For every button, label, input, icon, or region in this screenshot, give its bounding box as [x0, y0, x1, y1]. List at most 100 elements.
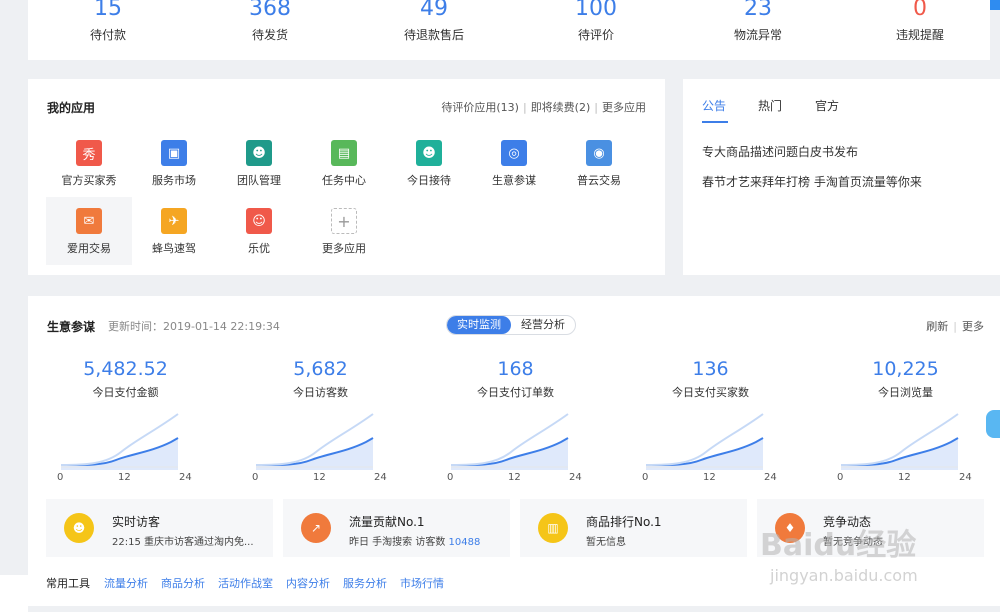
order-stats-card: 15 待付款 368 待发货 49 待退款售后 100 待评价 23 物流异常 0 违规提醒 — [28, 0, 990, 60]
axis-tick: 12 — [703, 472, 716, 483]
app-name: 生意参谋 — [492, 174, 536, 187]
apps-links: 待评价应用(13) | 即将续费(2) | 更多应用 — [441, 101, 646, 114]
news-item[interactable]: 春节才艺来拜年打榜 手淘首页流量等你来 — [702, 173, 922, 190]
stat-number: 0 — [913, 0, 927, 21]
news-item[interactable]: 专大商品描述问题白皮书发布 — [702, 143, 858, 160]
app-icon: ▤ — [331, 140, 357, 166]
stat-label: 待评价 — [577, 28, 614, 42]
announcement-card: 公告 热门 官方 专大商品描述问题白皮书发布 春节才艺来拜年打榜 手淘首页流量等… — [683, 79, 1000, 275]
metric-value: 136 — [692, 358, 729, 380]
stat-pending-payment[interactable]: 15 待付款 — [38, 0, 178, 43]
app-name: 官方买家秀 — [61, 174, 117, 187]
summary-card[interactable]: ↗ 流量贡献No.1 昨日 手淘搜索 访客数 10488 — [283, 499, 510, 557]
summary-desc: 昨日 手淘搜索 访客数 10488 — [349, 537, 481, 548]
metric-value: 10,225 — [872, 358, 939, 380]
app-icon: ✈ — [161, 208, 187, 234]
app-name: 今日接待 — [407, 174, 451, 187]
summary-card[interactable]: ▥ 商品排行No.1 暂无信息 — [520, 499, 747, 557]
axis-tick: 0 — [447, 472, 454, 483]
renewal-link[interactable]: 即将续费(2) — [531, 101, 591, 114]
app-item[interactable]: 秀官方买家秀 — [46, 129, 132, 197]
axis-tick: 12 — [118, 472, 131, 483]
app-item[interactable]: ◎ 生意参谋 — [471, 129, 557, 197]
metric-block[interactable]: 10,225 今日浏览量 — [808, 358, 1000, 400]
tool-link[interactable]: 市场行情 — [400, 577, 444, 590]
stat-pending-review[interactable]: 100 待评价 — [526, 0, 666, 43]
tab-official[interactable]: 官方 — [815, 97, 839, 114]
tool-link[interactable]: 内容分析 — [286, 577, 330, 590]
stat-refund[interactable]: 49 待退款售后 — [364, 0, 504, 43]
tab-analysis[interactable]: 经营分析 — [511, 316, 575, 334]
app-item[interactable]: ▤ 任务中心 — [301, 129, 387, 197]
app-icon: 秀 — [76, 140, 102, 166]
axis-tick: 0 — [252, 472, 259, 483]
summary-title: 实时访客 — [112, 515, 161, 529]
axis-tick: 0 — [57, 472, 64, 483]
tab-hot[interactable]: 热门 — [758, 97, 782, 114]
app-item[interactable]: + 更多应用 — [301, 197, 387, 265]
app-icon: ◎ — [501, 140, 527, 166]
app-name: 更多应用 — [322, 242, 366, 255]
app-name: 团队管理 — [237, 174, 281, 187]
tool-link[interactable]: 商品分析 — [161, 577, 205, 590]
tool-link[interactable]: 服务分析 — [343, 577, 387, 590]
stat-label: 待退款售后 — [403, 28, 464, 42]
metric-block[interactable]: 136 今日支付买家数 — [613, 358, 808, 400]
app-name: 服务市场 — [152, 174, 196, 187]
summary-desc: 22:15 重庆市访客通过淘内免... — [112, 537, 254, 548]
metric-block[interactable]: 5,682 今日访客数 — [223, 358, 418, 400]
metric-block[interactable]: 5,482.52 今日支付金额 — [28, 358, 223, 400]
summary-icon: ▥ — [538, 513, 568, 543]
metric-value: 5,682 — [293, 358, 348, 380]
stat-label: 物流异常 — [733, 28, 782, 42]
summary-card[interactable]: ☻ 实时访客 22:15 重庆市访客通过淘内免... — [46, 499, 273, 557]
watermark-url: jingyan.baidu.com — [770, 566, 918, 585]
app-item[interactable]: ☺ 乐优 — [216, 197, 302, 265]
stat-number: 49 — [420, 0, 448, 21]
biz-actions: 刷新 | 更多 — [926, 320, 984, 333]
more-apps-link[interactable]: 更多应用 — [602, 101, 646, 114]
my-apps-card: 我的应用 待评价应用(13) | 即将续费(2) | 更多应用 秀官方买家秀 ▣ 服务市场 ☻… — [28, 79, 665, 275]
app-item[interactable]: ▣ 服务市场 — [131, 129, 217, 197]
stat-logistics[interactable]: 23 物流异常 — [688, 0, 828, 43]
app-icon: + — [331, 208, 357, 234]
tab-realtime[interactable]: 实时监测 — [447, 316, 511, 334]
more-link[interactable]: 更多 — [962, 320, 984, 333]
app-item[interactable]: ☻ 团队管理 — [216, 129, 302, 197]
tool-link[interactable]: 活动作战室 — [218, 577, 273, 590]
tab-announcement[interactable]: 公告 — [702, 97, 726, 114]
axis-tick: 12 — [898, 472, 911, 483]
axis-tick: 0 — [837, 472, 844, 483]
stat-number: 15 — [94, 0, 122, 21]
summary-title: 流量贡献No.1 — [349, 515, 425, 529]
refresh-link[interactable]: 刷新 — [926, 320, 948, 333]
axis-tick: 12 — [313, 472, 326, 483]
assistant-bubble-icon[interactable] — [986, 410, 1000, 438]
app-item[interactable]: ✉ 爱用交易 — [46, 197, 132, 265]
stat-number: 368 — [249, 0, 291, 21]
app-item[interactable]: ✈ 蜂鸟速驾 — [131, 197, 217, 265]
metric-label: 今日浏览量 — [878, 386, 933, 399]
app-icon: ◉ — [586, 140, 612, 166]
axis-tick: 0 — [642, 472, 649, 483]
trend-sparkline — [841, 413, 959, 470]
stat-violation[interactable]: 0 违规提醒 — [850, 0, 990, 43]
tool-link[interactable]: 流量分析 — [104, 577, 148, 590]
common-tools: 常用工具 流量分析 商品分析 活动作战室 内容分析 服务分析 市场行情 — [46, 575, 457, 591]
summary-desc: 暂无信息 — [586, 537, 626, 548]
axis-tick: 24 — [569, 472, 582, 483]
app-item[interactable]: ☻ 今日接待 — [386, 129, 472, 197]
axis-tick: 24 — [374, 472, 387, 483]
axis-tick: 24 — [764, 472, 777, 483]
app-item[interactable]: ◉ 普云交易 — [556, 129, 642, 197]
app-icon: ☺ — [246, 208, 272, 234]
stat-pending-shipment[interactable]: 368 待发货 — [200, 0, 340, 43]
app-icon: ▣ — [161, 140, 187, 166]
stat-label: 待发货 — [251, 28, 288, 42]
axis-tick: 24 — [959, 472, 972, 483]
metric-value: 5,482.52 — [83, 358, 168, 380]
metric-block[interactable]: 168 今日支付订单数 — [418, 358, 613, 400]
biz-title: 生意参谋 — [47, 320, 96, 334]
pending-review-apps-link[interactable]: 待评价应用(13) — [441, 101, 519, 114]
stat-label: 违规提醒 — [895, 28, 944, 42]
